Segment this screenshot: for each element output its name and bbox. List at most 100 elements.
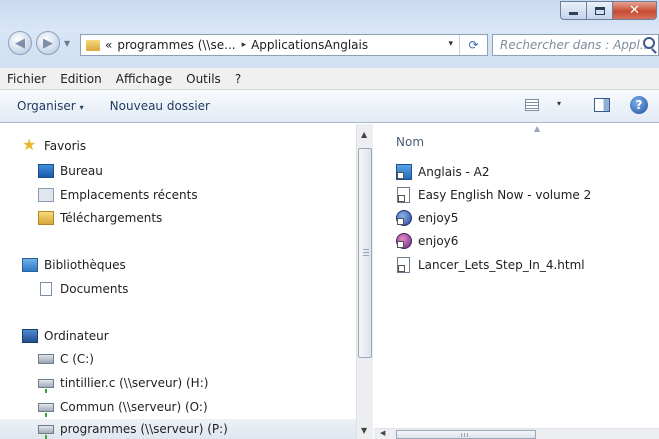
column-header-name[interactable]: Nom xyxy=(396,135,424,149)
address-overflow[interactable]: « xyxy=(105,38,112,52)
file-name: enjoy5 xyxy=(418,211,459,225)
app-shortcut-icon xyxy=(396,164,412,180)
nav-computer[interactable]: Ordinateur xyxy=(22,326,109,346)
file-item-anglais-a2[interactable]: Anglais - A2 xyxy=(396,161,490,183)
nav-item-label: Documents xyxy=(60,282,129,296)
address-segment-applicationsanglais[interactable]: ApplicationsAnglais xyxy=(251,38,368,52)
arrow-left-icon: ◀ xyxy=(15,35,25,51)
nav-item-downloads[interactable]: Téléchargements xyxy=(38,208,162,228)
organize-button[interactable]: Organiser ▾ xyxy=(17,99,84,113)
forward-button[interactable]: ▶ xyxy=(36,31,60,55)
network-drive-icon xyxy=(38,378,54,393)
shortcut-arrow-icon xyxy=(397,218,404,225)
file-name: enjoy6 xyxy=(418,234,459,248)
scroll-down-icon[interactable]: ▼ xyxy=(361,426,367,435)
scroll-thumb[interactable] xyxy=(396,430,536,439)
back-button[interactable]: ◀ xyxy=(8,31,32,55)
file-list: ▲ Nom Anglais - A2 Easy English Now - vo… xyxy=(374,124,659,439)
html-shortcut-icon xyxy=(397,257,410,273)
chevron-right-icon[interactable]: ▸ xyxy=(242,40,247,50)
network-drive-icon xyxy=(38,402,54,417)
network-drive-icon xyxy=(38,424,54,439)
library-icon xyxy=(22,258,38,272)
folder-icon xyxy=(86,39,100,51)
shortcut-arrow-icon xyxy=(397,172,404,179)
shortcut-arrow-icon xyxy=(398,265,405,272)
nav-drive-h[interactable]: tintillier.c (\\serveur) (H:) xyxy=(38,373,208,393)
nav-item-bureau[interactable]: Bureau xyxy=(38,161,103,181)
view-options-icon[interactable] xyxy=(525,99,539,111)
menu-outils[interactable]: Outils xyxy=(179,72,228,86)
nav-favorites-label: Favoris xyxy=(44,139,87,153)
menu-fichier[interactable]: Fichier xyxy=(0,72,53,86)
menu-bar: Fichier Edition Affichage Outils ? xyxy=(0,68,659,90)
maximize-icon xyxy=(594,6,605,15)
nav-item-label: programmes (\\serveur) (P:) xyxy=(60,422,228,436)
nav-item-label: C (C:) xyxy=(60,352,94,366)
chevron-down-icon: ▾ xyxy=(79,103,84,112)
file-item-enjoy5[interactable]: enjoy5 xyxy=(396,207,458,229)
search-input[interactable]: Rechercher dans : Appl... xyxy=(492,34,659,56)
close-button[interactable]: ✕ xyxy=(613,1,657,20)
sort-ascending-icon: ▲ xyxy=(534,124,541,133)
preview-pane-icon[interactable] xyxy=(594,98,610,112)
grip-icon xyxy=(363,249,369,257)
nav-drive-p[interactable]: programmes (\\serveur) (P:) xyxy=(0,419,358,439)
navigation-pane: ★ Favoris Bureau Emplacements récents Té… xyxy=(0,124,373,439)
nav-item-label: Emplacements récents xyxy=(60,188,198,202)
shortcut-arrow-icon xyxy=(398,195,405,202)
title-bar: ✕ ◀ ▶ ▼ « programmes (\\se... ▸ Applicat… xyxy=(0,0,659,68)
file-item-easy-english[interactable]: Easy English Now - volume 2 xyxy=(396,184,591,206)
html-shortcut-icon xyxy=(397,187,410,203)
scroll-left-icon[interactable]: ◀ xyxy=(380,429,385,437)
search-icon[interactable] xyxy=(643,37,655,49)
computer-icon xyxy=(22,329,38,343)
recent-places-icon xyxy=(38,188,54,202)
scroll-thumb[interactable] xyxy=(358,148,372,358)
arrow-right-icon: ▶ xyxy=(43,35,53,51)
address-bar[interactable]: « programmes (\\se... ▸ ApplicationsAngl… xyxy=(80,34,488,56)
app-shortcut-icon xyxy=(396,233,412,249)
desktop-icon xyxy=(38,164,54,178)
nav-libraries-label: Bibliothèques xyxy=(44,258,126,272)
grip-icon xyxy=(461,433,469,437)
nav-item-recent[interactable]: Emplacements récents xyxy=(38,185,198,205)
menu-help[interactable]: ? xyxy=(228,72,248,86)
nav-item-label: tintillier.c (\\serveur) (H:) xyxy=(60,376,209,390)
view-dropdown-icon[interactable]: ▾ xyxy=(557,99,561,108)
nav-drive-c[interactable]: C (C:) xyxy=(38,349,94,369)
nav-scrollbar[interactable]: ▲ ▼ xyxy=(356,124,373,439)
refresh-icon: ⟳ xyxy=(468,38,479,52)
hard-drive-icon xyxy=(38,354,54,364)
nav-item-label: Téléchargements xyxy=(60,211,163,225)
maximize-button[interactable] xyxy=(587,1,613,20)
downloads-icon xyxy=(38,211,54,225)
menu-edition[interactable]: Edition xyxy=(53,72,109,86)
nav-favorites[interactable]: ★ Favoris xyxy=(22,136,86,156)
file-item-lancer[interactable]: Lancer_Lets_Step_In_4.html xyxy=(396,254,585,276)
minimize-button[interactable] xyxy=(560,1,587,20)
menu-affichage[interactable]: Affichage xyxy=(109,72,179,86)
scroll-up-icon[interactable]: ▲ xyxy=(361,130,367,139)
command-bar: Organiser ▾ Nouveau dossier ▾ ? xyxy=(0,90,659,123)
address-segment-programmes[interactable]: programmes (\\se... xyxy=(117,38,235,52)
nav-drive-o[interactable]: Commun (\\serveur) (O:) xyxy=(38,397,208,417)
recent-pages-dropdown[interactable]: ▼ xyxy=(64,39,70,48)
file-name: Lancer_Lets_Step_In_4.html xyxy=(418,258,585,272)
file-name: Easy English Now - volume 2 xyxy=(418,188,592,202)
shortcut-arrow-icon xyxy=(397,241,404,248)
nav-libraries[interactable]: Bibliothèques xyxy=(22,255,126,275)
file-name: Anglais - A2 xyxy=(418,165,490,179)
close-icon: ✕ xyxy=(629,3,640,18)
new-folder-button[interactable]: Nouveau dossier xyxy=(110,99,210,113)
nav-item-documents[interactable]: Documents xyxy=(38,279,128,299)
refresh-button[interactable]: ⟳ xyxy=(459,35,487,55)
file-item-enjoy6[interactable]: enjoy6 xyxy=(396,230,458,252)
address-dropdown-icon[interactable]: ▾ xyxy=(448,39,453,49)
help-icon[interactable]: ? xyxy=(630,96,648,114)
content-scrollbar[interactable]: ◀ xyxy=(374,428,659,439)
document-icon xyxy=(40,282,52,296)
star-icon: ★ xyxy=(22,135,37,154)
nav-item-label: Bureau xyxy=(60,164,103,178)
minimize-icon xyxy=(569,12,578,15)
